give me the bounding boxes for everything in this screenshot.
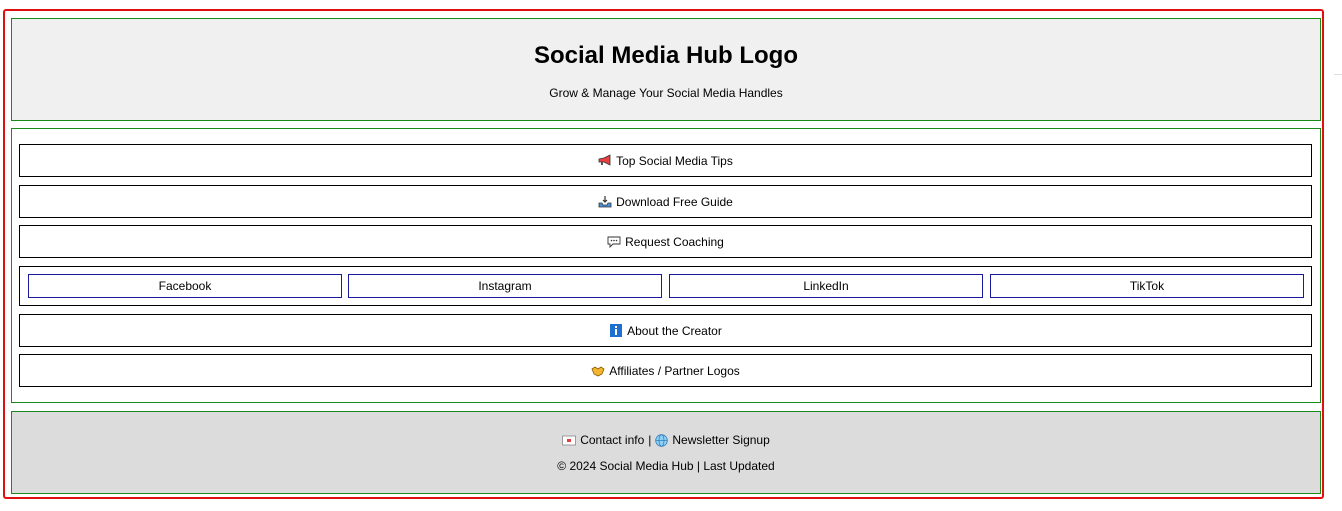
site-footer: Contact info | Newsletter Signup © 2024 …	[11, 411, 1321, 494]
affiliates-button[interactable]: Affiliates / Partner Logos	[19, 354, 1312, 387]
about-creator-button[interactable]: About the Creator	[19, 314, 1312, 347]
linkedin-link[interactable]: LinkedIn	[669, 274, 983, 298]
contact-info-link[interactable]: Contact info	[580, 433, 644, 447]
footer-links: Contact info | Newsletter Signup	[12, 433, 1320, 447]
affiliates-label: Affiliates / Partner Logos	[609, 363, 740, 378]
request-coaching-label: Request Coaching	[625, 234, 724, 249]
tips-button[interactable]: Top Social Media Tips	[19, 144, 1312, 177]
download-guide-label: Download Free Guide	[616, 194, 733, 209]
newsletter-signup-link[interactable]: Newsletter Signup	[672, 433, 769, 447]
site-header: Social Media Hub Logo Grow & Manage Your…	[11, 18, 1321, 121]
envelope-icon	[562, 435, 577, 446]
site-tagline: Grow & Manage Your Social Media Handles	[549, 86, 783, 100]
handshake-icon	[591, 364, 605, 377]
copyright-text: © 2024 Social Media Hub | Last Updated	[557, 459, 775, 473]
facebook-link[interactable]: Facebook	[28, 274, 342, 298]
main-nav-section: Top Social Media Tips Download Free Guid…	[11, 128, 1321, 403]
megaphone-icon	[598, 154, 612, 167]
info-icon	[609, 324, 623, 337]
speech-bubble-icon	[607, 235, 621, 249]
download-guide-button[interactable]: Download Free Guide	[19, 185, 1312, 218]
site-logo-title: Social Media Hub Logo	[533, 42, 798, 69]
about-creator-label: About the Creator	[627, 323, 722, 338]
globe-icon	[655, 433, 669, 447]
social-links-row: Facebook Instagram LinkedIn TikTok	[19, 266, 1312, 306]
inbox-tray-icon	[598, 195, 612, 208]
request-coaching-button[interactable]: Request Coaching	[19, 225, 1312, 258]
instagram-link[interactable]: Instagram	[348, 274, 662, 298]
tiktok-link[interactable]: TikTok	[990, 274, 1304, 298]
scrollbar-edge	[1334, 74, 1342, 75]
tips-label: Top Social Media Tips	[616, 153, 733, 168]
footer-separator: |	[648, 433, 652, 447]
